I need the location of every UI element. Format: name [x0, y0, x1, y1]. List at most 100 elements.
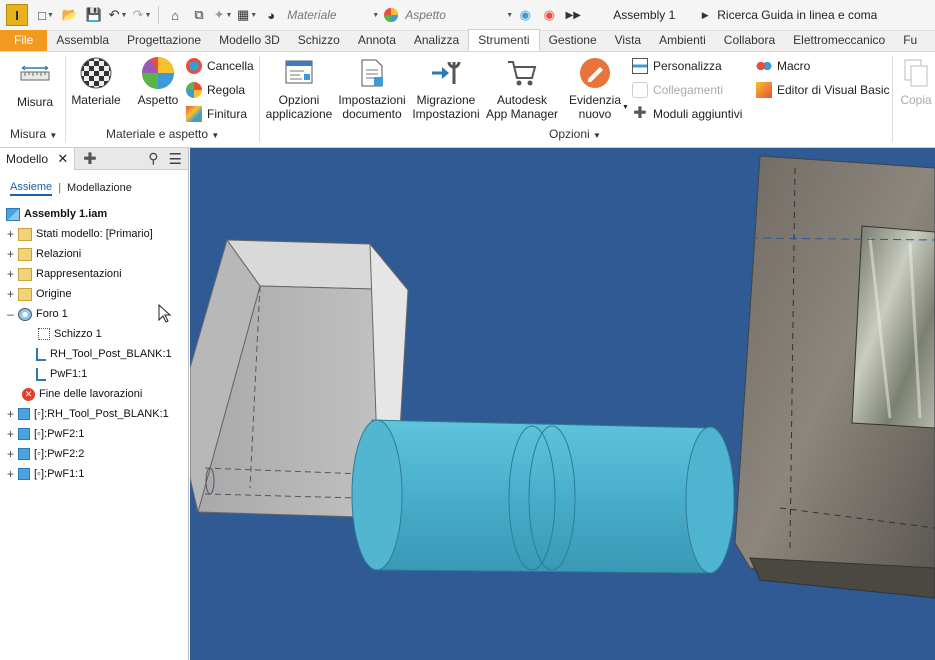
material-combo[interactable]: Materiale ▼ [283, 4, 379, 26]
tab-elettromeccanico[interactable]: Elettromeccanico [784, 30, 894, 51]
tab-fu[interactable]: Fu [894, 30, 926, 51]
expand-icon[interactable]: + [6, 447, 15, 461]
tab-vista[interactable]: Vista [606, 30, 650, 51]
clear-appearance-icon[interactable]: ◉ [539, 4, 559, 26]
copia-button[interactable]: Copia [897, 56, 935, 107]
tab-collabora[interactable]: Collabora [715, 30, 784, 51]
cylinder-part[interactable] [351, 419, 735, 574]
undo-icon[interactable]: ↶ ▼ [108, 4, 128, 26]
tree-label: RH_Tool_Post_BLANK:1 [50, 348, 172, 360]
evidenzia-nuovo-button[interactable]: Evidenzia nuovo [564, 56, 626, 121]
inventor-logo[interactable]: I [6, 4, 28, 26]
menu-icon[interactable]: ☰ [169, 150, 182, 168]
migrate-settings-icon [429, 56, 463, 90]
group-materiale-aspetto[interactable]: Materiale e aspetto ▼ [106, 127, 219, 141]
tab-modellazione[interactable]: Modellazione [67, 182, 132, 194]
tab-annota[interactable]: Annota [349, 30, 405, 51]
vba-editor-icon [756, 82, 772, 98]
tree-node-assembly[interactable]: Assembly 1.iam [6, 204, 107, 224]
machined-part[interactable] [734, 155, 935, 599]
tree-node-pwf1[interactable]: PwF1:1 [36, 364, 87, 384]
overflow-chevrons-icon[interactable]: ▶▶ [563, 4, 583, 26]
appearance-combo[interactable]: Aspetto ▼ [403, 4, 513, 26]
tree-node-part-pwf2-2[interactable]: + [◦]:PwF2:2 [6, 444, 84, 464]
material-sphere-icon[interactable]: ◕ [261, 4, 281, 26]
expand-icon[interactable]: + [6, 247, 15, 261]
migrazione-impostazioni-button[interactable]: Migrazione Impostazioni [410, 56, 482, 121]
group-opzioni[interactable]: Opzioni ▼ [549, 127, 601, 141]
evidenzia-dropdown-icon[interactable]: ▼ [622, 104, 629, 111]
tree-label: Schizzo 1 [54, 328, 102, 340]
tab-progettazione[interactable]: Progettazione [118, 30, 210, 51]
tab-gestione[interactable]: Gestione [540, 30, 606, 51]
tab-assieme[interactable]: Assieme [10, 181, 53, 196]
moduli-aggiuntivi-button[interactable]: ✚ Moduli aggiuntivi [632, 106, 742, 122]
opzioni-label-2: applicazione [265, 107, 333, 121]
macro-label: Macro [777, 59, 811, 73]
help-search-field[interactable]: Ricerca Guida in linea e comandi [717, 8, 877, 22]
migr-label-2: Impostazioni [412, 107, 480, 121]
expand-icon[interactable]: + [6, 287, 15, 301]
regola-button[interactable]: Regola [186, 82, 245, 98]
design-doctor-icon[interactable]: ▦ ▼ [237, 4, 257, 26]
macro-button[interactable]: Macro [756, 58, 810, 74]
tree-node-foro[interactable]: – Foro 1 [6, 304, 68, 324]
collapse-icon[interactable]: – [6, 307, 15, 321]
tree-node-rh-tool-post[interactable]: RH_Tool_Post_BLANK:1 [36, 344, 172, 364]
tree-node-fine-lavorazioni[interactable]: ✕ Fine delle lavorazioni [22, 384, 142, 404]
aspetto-button[interactable]: Aspetto [132, 56, 184, 107]
personalizza-button[interactable]: Personalizza [632, 58, 722, 74]
home-icon[interactable]: ⌂ [165, 4, 185, 26]
expand-icon[interactable]: + [6, 267, 15, 281]
open-folder-icon[interactable]: 📂 [60, 4, 80, 26]
add-icon[interactable]: ✚ [83, 149, 96, 169]
visual-basic-editor-button[interactable]: Editor di Visual Basic [756, 82, 890, 98]
copy-views-icon[interactable]: ⧉ [189, 4, 209, 26]
tree-node-part-pwf2-1[interactable]: + [◦]:PwF2:1 [6, 424, 84, 444]
document-title: Assembly 1 [613, 8, 676, 22]
opzioni-label-1: Opzioni [278, 93, 320, 107]
search-icon[interactable]: ⚲ [148, 150, 158, 167]
finitura-button[interactable]: Finitura [186, 106, 247, 122]
select-icon[interactable]: ✦ ▼ [213, 4, 233, 26]
tab-modello-3d[interactable]: Modello 3D [210, 30, 289, 51]
highlight-new-icon [578, 56, 612, 90]
browser-tab-modello[interactable]: Modello ✕ [0, 147, 76, 170]
ribbon-tabs: File Assembla Progettazione Modello 3D S… [0, 29, 935, 52]
expand-icon[interactable]: + [6, 467, 15, 481]
expand-icon[interactable]: + [6, 407, 15, 421]
tree-node-rappresentazioni[interactable]: + Rappresentazioni [6, 264, 122, 284]
tree-node-schizzo[interactable]: Schizzo 1 [38, 324, 102, 344]
tab-ambienti[interactable]: Ambienti [650, 30, 715, 51]
collegamenti-button[interactable]: Collegamenti [632, 82, 723, 98]
redo-icon[interactable]: ↷ ▼ [132, 4, 152, 26]
expand-icon[interactable]: + [6, 227, 15, 241]
new-file-icon[interactable]: □ ▼ [36, 4, 56, 26]
opzioni-applicazione-button[interactable]: Opzioni applicazione [263, 56, 335, 121]
adjust-appearance-icon[interactable]: ◉ [515, 4, 535, 26]
impostazioni-documento-button[interactable]: Impostazioni documento [336, 56, 408, 121]
tree-node-relazioni[interactable]: + Relazioni [6, 244, 81, 264]
tab-analizza[interactable]: Analizza [405, 30, 468, 51]
graphics-viewport[interactable] [190, 148, 935, 660]
tab-schizzo[interactable]: Schizzo [289, 30, 349, 51]
materiale-button[interactable]: Materiale [68, 56, 124, 107]
tree-label: Relazioni [36, 248, 82, 260]
cancella-button[interactable]: Cancella [186, 58, 254, 74]
tree-node-stati-modello[interactable]: + Stati modello: [Primario] [6, 224, 153, 244]
tree-node-part-rh-tool-post[interactable]: + [◦]:RH_Tool_Post_BLANK:1 [6, 404, 169, 424]
app-manager-button[interactable]: Autodesk App Manager [484, 56, 560, 121]
group-misura[interactable]: Misura ▼ [10, 127, 57, 141]
close-icon[interactable]: ✕ [57, 151, 68, 166]
save-icon[interactable]: 💾 [84, 4, 104, 26]
shortcuts-icon [632, 82, 648, 98]
expand-icon[interactable]: + [6, 427, 15, 441]
tab-assembla[interactable]: Assembla [47, 30, 118, 51]
tab-strumenti[interactable]: Strumenti [468, 29, 540, 51]
tab-file[interactable]: File [0, 30, 48, 51]
tree-node-part-pwf1-1[interactable]: + [◦]:PwF1:1 [6, 464, 84, 484]
misura-label: Misura [16, 95, 53, 109]
divider [259, 56, 260, 142]
tree-node-origine[interactable]: + Origine [6, 284, 71, 304]
misura-button[interactable]: Misura [12, 58, 58, 109]
